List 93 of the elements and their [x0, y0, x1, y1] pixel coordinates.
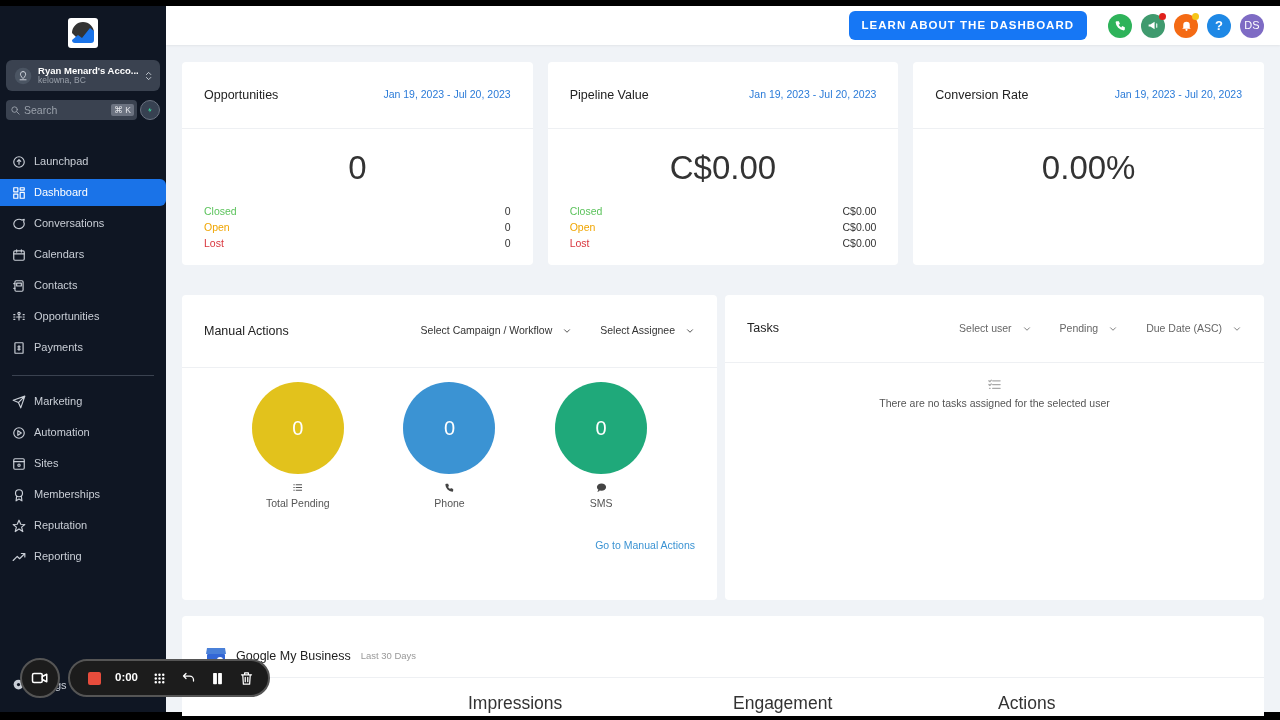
phone-icon — [1113, 19, 1127, 32]
browser-icon — [12, 456, 26, 471]
location-icon — [14, 65, 33, 86]
status-value: 0 — [504, 219, 511, 235]
checklist-icon — [987, 377, 1002, 392]
status-label: Closed — [569, 203, 603, 219]
grid-button[interactable] — [152, 670, 168, 686]
sidebar-item[interactable]: Sites — [0, 450, 166, 477]
stat-value: 0 — [347, 148, 368, 188]
sidebar-item[interactable]: Payments — [0, 334, 166, 361]
status-value: C$0.00 — [842, 203, 877, 219]
trash-icon — [239, 670, 255, 686]
bell-icon — [1179, 19, 1193, 32]
stat-value: C$0.00 — [668, 148, 778, 188]
count-circle: 0 — [555, 382, 648, 474]
phone-button[interactable] — [1108, 13, 1132, 38]
badge-icon — [12, 487, 26, 502]
sidebar-item[interactable]: Conversations — [0, 210, 166, 237]
status-label: Open — [569, 219, 596, 235]
card-title: Opportunities — [204, 86, 279, 104]
account-name: Ryan Menard's Acco... — [38, 65, 139, 77]
date-range[interactable]: Jan 19, 2023 - Jul 20, 2023 — [749, 87, 877, 103]
filter-dropdown[interactable]: Select Assignee — [600, 323, 695, 339]
card-title: Pipeline Value — [569, 86, 649, 104]
calendar-icon — [12, 247, 26, 262]
chat-icon — [12, 216, 26, 231]
contacts-icon — [12, 278, 26, 293]
sidebar-item[interactable]: Automation — [0, 419, 166, 446]
payments-icon — [12, 340, 26, 355]
metric-heading: Impressions — [468, 692, 564, 715]
sidebar-item[interactable]: Contacts — [0, 272, 166, 299]
send-icon — [12, 394, 26, 409]
filter-dropdown[interactable]: Pending — [1059, 320, 1119, 337]
user-avatar[interactable]: DS — [1240, 13, 1264, 38]
quick-action-button[interactable] — [140, 100, 160, 120]
metric-heading: Engagement — [733, 692, 834, 715]
filter-dropdown[interactable]: Select user — [959, 320, 1032, 337]
grid-icon — [152, 670, 168, 686]
period-label: Last 30 Days — [360, 649, 417, 664]
search-icon — [10, 104, 21, 116]
filter-dropdown[interactable]: Due Date (ASC) — [1146, 320, 1242, 337]
metric-heading: Actions — [998, 692, 1057, 715]
sidebar-item[interactable]: Launchpad — [0, 148, 166, 175]
status-label: Closed — [204, 203, 237, 219]
stop-button[interactable] — [88, 671, 101, 685]
dashboard-icon — [12, 185, 26, 200]
sidebar-item[interactable]: Memberships — [0, 481, 166, 508]
sidebar-item[interactable]: Dashboard — [0, 179, 166, 206]
status-label: Open — [204, 219, 230, 235]
account-switcher[interactable]: Ryan Menard's Acco... kelowna, BC — [6, 60, 160, 91]
status-label: Lost — [204, 235, 224, 251]
help-button[interactable]: ? — [1207, 13, 1231, 38]
count-label: SMS — [589, 496, 613, 511]
sidebar-item[interactable]: Reputation — [0, 512, 166, 539]
count-circle: 0 — [403, 382, 496, 474]
learn-button[interactable]: LEARN ABOUT THE DASHBOARD — [848, 10, 1087, 41]
empty-message: There are no tasks assigned for the selected user — [879, 396, 1110, 411]
card-title: Tasks — [747, 320, 779, 338]
filter-dropdown[interactable]: Select Campaign / Workflow — [420, 323, 573, 339]
count-label: Phone — [434, 496, 465, 511]
chevron-down-icon — [562, 326, 573, 336]
megaphone-icon — [1146, 19, 1160, 32]
logo-icon — [68, 18, 98, 48]
notifications-button[interactable] — [1174, 13, 1198, 38]
rocket-icon — [12, 154, 26, 169]
chat-icon — [595, 482, 607, 493]
chevron-down-icon — [685, 326, 695, 336]
play-icon — [12, 425, 26, 440]
status-value: 0 — [504, 235, 511, 251]
account-location: kelowna, BC — [38, 76, 87, 86]
count-label: Total Pending — [266, 496, 330, 511]
sidebar-item[interactable]: Marketing — [0, 388, 166, 415]
card-title: Conversion Rate — [935, 86, 1029, 104]
status-value: 0 — [504, 203, 511, 219]
announcements-button[interactable] — [1141, 13, 1165, 38]
status-value: C$0.00 — [842, 235, 877, 251]
date-range[interactable]: Jan 19, 2023 - Jul 20, 2023 — [1114, 87, 1242, 103]
sidebar-item[interactable]: Calendars — [0, 241, 166, 268]
delete-button[interactable] — [239, 670, 255, 686]
status-value: C$0.00 — [842, 219, 877, 235]
sidebar-item[interactable]: Reporting — [0, 543, 166, 570]
stat-value: 0.00% — [1040, 148, 1137, 188]
list-icon — [292, 482, 304, 493]
card-title: Manual Actions — [204, 322, 289, 340]
status-label: Lost — [569, 235, 590, 251]
manual-actions-link[interactable]: Go to Manual Actions — [595, 538, 695, 554]
phone-icon — [444, 482, 455, 493]
count-circle: 0 — [251, 382, 344, 474]
date-range[interactable]: Jan 19, 2023 - Jul 20, 2023 — [383, 87, 511, 103]
star-icon — [12, 518, 26, 533]
sidebar-item[interactable]: Opportunities — [0, 303, 166, 330]
recording-timer: 0:00 — [115, 670, 139, 686]
keyboard-shortcut: ⌘ K — [110, 104, 134, 117]
